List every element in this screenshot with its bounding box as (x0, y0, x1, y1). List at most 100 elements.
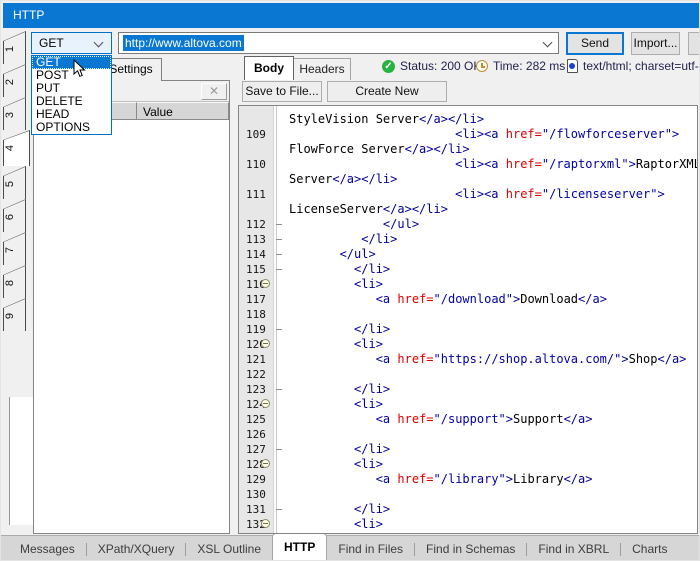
code-text: </li> (289, 262, 390, 277)
clear-parameters-button[interactable]: ✕ (201, 83, 227, 100)
column-header-value[interactable]: Value (137, 102, 229, 120)
method-option-options[interactable]: OPTIONS (32, 121, 111, 134)
clipped-edge-button[interactable] (688, 32, 700, 55)
fold-collapse-icon[interactable] (261, 399, 270, 408)
line-number: 118 (246, 307, 272, 322)
code-line: 123 </li> (239, 382, 697, 397)
panel-title-bar[interactable]: HTTP (3, 3, 699, 28)
output-tab-find-in-schemas[interactable]: Find in Schemas (415, 536, 526, 561)
code-text: <li> (289, 337, 383, 352)
output-tab-http[interactable]: HTTP (272, 533, 327, 561)
fold-end-tick (276, 224, 282, 225)
code-line: 118 (239, 307, 697, 322)
document-icon (567, 59, 578, 73)
output-tab-find-in-xbrl[interactable]: Find in XBRL (527, 536, 620, 561)
mouse-cursor (73, 59, 86, 78)
code-text: <li> (289, 277, 383, 292)
tab-headers[interactable]: Headers (294, 58, 351, 80)
url-input[interactable]: http://www.altova.com (118, 32, 559, 54)
code-text: </li> (289, 382, 390, 397)
code-line: 109 <li><a href="/flowforceserver"> (239, 127, 697, 142)
code-line: 112 </ul> (239, 217, 697, 232)
line-number: 112 (246, 217, 272, 232)
method-dropdown-list: GETPOSTPUTDELETEHEADOPTIONS (31, 55, 112, 135)
fold-collapse-icon[interactable] (261, 519, 270, 528)
response-body-editor[interactable]: StyleVision Server</a></li>109 <li><a hr… (238, 105, 698, 534)
code-line: 129 <a href="/library">Library</a> (239, 472, 697, 487)
code-line: 115 </li> (239, 262, 697, 277)
clock-icon (476, 60, 488, 72)
tab-body[interactable]: Body (244, 56, 294, 80)
page-tab-8[interactable]: 8 (3, 265, 26, 298)
code-text: <li><a href="/licenseserver"> (289, 187, 665, 202)
code-line: LicenseServer</a></li> (239, 202, 697, 217)
page-tab-7[interactable]: 7 (3, 232, 26, 265)
code-text: <a href="/download">Download</a> (289, 292, 607, 307)
page-tab-9[interactable]: 9 (3, 298, 26, 331)
chevron-down-icon (94, 38, 104, 48)
fold-end-tick (276, 449, 282, 450)
output-tab-messages[interactable]: Messages (9, 536, 86, 561)
code-text: <a href="/library">Library</a> (289, 472, 592, 487)
status-indicator: ✓ Status: 200 OK (382, 58, 481, 74)
code-line: 119 </li> (239, 322, 697, 337)
method-select[interactable]: GET (31, 32, 112, 54)
fold-end-tick (276, 239, 282, 240)
fold-collapse-icon[interactable] (261, 279, 270, 288)
page-tab-4[interactable]: 4 (3, 130, 30, 166)
output-tab-charts[interactable]: Charts (621, 536, 678, 561)
status-ok-icon: ✓ (382, 60, 395, 73)
content-type-indicator: text/html; charset=utf-8 (567, 58, 700, 74)
code-text: <a href="https://www.altova.com/"> (289, 532, 621, 534)
fold-collapse-icon[interactable] (261, 459, 270, 468)
code-text: FlowForce Server</a></li> (289, 142, 470, 157)
code-text: </li> (289, 322, 390, 337)
fold-end-tick (276, 509, 282, 510)
line-number: 125 (246, 412, 272, 427)
line-number: 110 (246, 157, 272, 172)
code-line: FlowForce Server</a></li> (239, 142, 697, 157)
line-number: 109 (246, 127, 272, 142)
page-tab-3[interactable]: 3 (3, 97, 26, 130)
parameters-panel: ✕ Value (33, 80, 230, 534)
code-line: 121 <a href="https://shop.altova.com/">S… (239, 352, 697, 367)
code-line: 127 </li> (239, 442, 697, 457)
line-number: 126 (246, 427, 272, 442)
send-button[interactable]: Send (566, 32, 624, 55)
page-tab-2[interactable]: 2 (3, 64, 26, 97)
line-number: 119 (246, 322, 272, 337)
fold-end-tick (276, 389, 282, 390)
create-new-document-button[interactable]: Create New Document (327, 81, 447, 102)
page-tab-6[interactable]: 6 (3, 199, 26, 232)
chevron-down-icon (543, 38, 553, 48)
code-line: 126 (239, 427, 697, 442)
code-line: 132 <li> (239, 517, 697, 532)
tab-number: 3 (4, 112, 16, 118)
content-type-text: text/html; charset=utf-8 (583, 59, 700, 73)
code-text: </li> (289, 502, 390, 517)
code-text: <li><a href="/flowforceserver"> (289, 127, 679, 142)
line-number: 121 (246, 352, 272, 367)
code-text: <a href="https://shop.altova.com/">Shop<… (289, 352, 686, 367)
code-line: Server</a></li> (239, 172, 697, 187)
time-text: Time: 282 ms (493, 59, 565, 73)
output-tab-find-in-files[interactable]: Find in Files (327, 536, 414, 561)
tab-number: 5 (4, 181, 16, 187)
url-selected-text: http://www.altova.com (123, 35, 244, 51)
code-line: 122 (239, 367, 697, 382)
page-tab-1[interactable]: 1 (3, 31, 26, 64)
left-panel-body-extension (9, 397, 33, 525)
fold-end-tick (276, 329, 282, 330)
code-line: 116 <li> (239, 277, 697, 292)
code-text: </ul> (289, 247, 376, 262)
import-button[interactable]: Import... (631, 32, 680, 55)
output-tab-xsl-outline[interactable]: XSL Outline (186, 536, 272, 561)
page-tab-5[interactable]: 5 (3, 166, 26, 199)
output-tab-xpath-xquery[interactable]: XPath/XQuery (87, 536, 186, 561)
fold-collapse-icon[interactable] (261, 339, 270, 348)
fold-end-tick (276, 254, 282, 255)
save-to-file-button[interactable]: Save to File... (242, 81, 322, 102)
code-line: 128 <li> (239, 457, 697, 472)
code-line: <a href="https://www.altova.com/"> (239, 532, 697, 534)
line-number: 113 (246, 232, 272, 247)
